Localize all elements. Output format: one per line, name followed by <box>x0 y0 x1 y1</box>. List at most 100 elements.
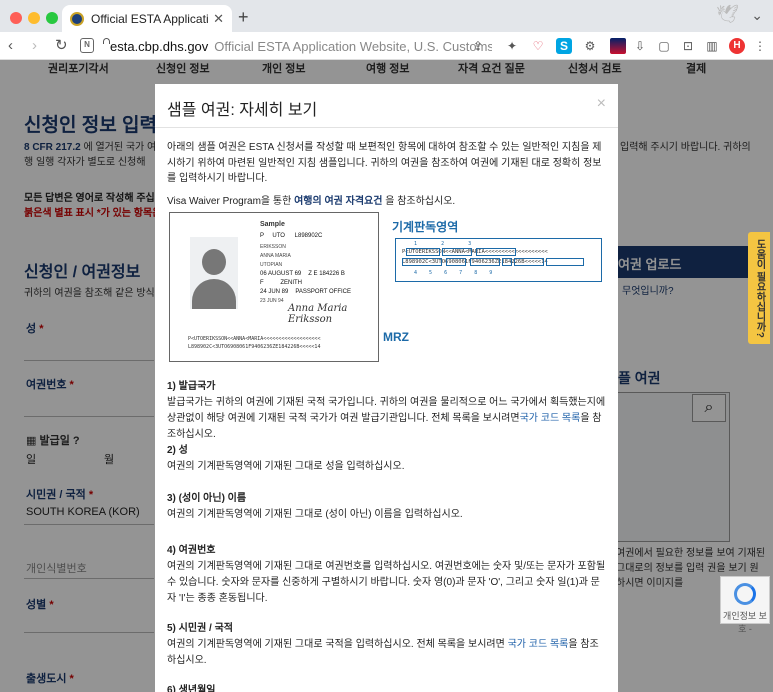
card-birth-place: ZENITH <box>280 280 303 286</box>
mrz-highlight-passport <box>402 258 442 266</box>
card-birth: 06 AUGUST 69 Z E 184226 B <box>260 271 345 277</box>
portrait-photo <box>190 237 238 309</box>
card-birth-date: 06 AUGUST 69 <box>260 271 302 277</box>
share-icon[interactable]: ⇪ <box>470 38 486 54</box>
section-5-text: 여권의 기계판독영역에 기재된 그대로 국적을 입력하십시오. 전체 목록을 보… <box>167 639 508 650</box>
card-signature: Anna Maria Eriksson <box>288 303 348 325</box>
section-2-title: 2) 성 <box>167 445 188 456</box>
card-passport-no: L898902C <box>294 233 323 239</box>
vw-requirements-link[interactable]: 여행의 여권 자격요건 <box>294 196 382 207</box>
card-type: P UTO L898902C <box>260 233 322 239</box>
mrz-highlight-personal <box>546 258 584 266</box>
help-tab[interactable]: 도움이 필요하십니까? <box>748 232 770 344</box>
tab-bar: Official ESTA Application Website ✕ + 🕊 … <box>0 0 773 32</box>
modal-intro: 아래의 샘플 여권은 ESTA 신청서를 작성할 때 보편적인 항목에 대하여 … <box>167 142 602 184</box>
profile-avatar[interactable]: H <box>729 38 745 54</box>
section-surname: 2) 성 여권의 기계판독영역에 기재된 그대로 성을 입력하십시오. <box>167 444 607 475</box>
card-issue-date: 24 JUN 89 <box>260 289 289 295</box>
back-icon[interactable]: ‹ <box>8 36 13 56</box>
card-personal-no: Z E 184226 B <box>308 271 345 277</box>
modal-header: 샘플 여권: 자세히 보기 × <box>155 84 618 128</box>
forward-icon[interactable]: › <box>32 36 37 56</box>
section-2-text: 여권의 기계판독영역에 기재된 그대로 성을 입력하십시오. <box>167 461 405 472</box>
download-icon[interactable]: ⇩ <box>632 38 648 54</box>
reload-icon[interactable]: ↻ <box>55 36 68 56</box>
sample-word: Sample <box>260 221 285 228</box>
close-window-button[interactable] <box>10 12 22 24</box>
mrz-digits-bottom: 4 5 6 7 8 9 <box>414 270 493 276</box>
recaptcha-icon <box>734 583 756 605</box>
card-surname: ERIKSSON <box>260 244 286 250</box>
card-sex: F <box>260 280 264 286</box>
recaptcha-text: 개인정보 보호 - <box>723 611 767 634</box>
url-domain: esta.cbp.dhs.gov <box>110 38 209 54</box>
mrz-highlight-issuing <box>406 248 440 256</box>
mrz-label: MRZ <box>383 330 409 344</box>
screenshot-icon[interactable]: ⊡ <box>680 38 696 54</box>
mrz-highlight-dob <box>470 258 500 266</box>
tab-title: Official ESTA Application Website <box>91 11 209 26</box>
card-issue: 24 JUN 89 PASSPORT OFFICE <box>260 289 351 295</box>
modal-title: 샘플 여권: 자세히 보기 <box>167 102 318 119</box>
section-3-text: 여권의 기계판독영역에 기재된 그대로 (성이 아닌) 이름을 입력하십시오. <box>167 509 463 520</box>
section-3-title: 3) (성이 아닌) 이름 <box>167 493 247 504</box>
card-expiry: 23 JUN 94 <box>260 298 284 304</box>
section-citizenship: 5) 시민권 / 국적 여권의 기계판독영역에 기재된 그대로 국적을 입력하십… <box>167 622 607 669</box>
address-bar[interactable]: esta.cbp.dhs.gov Official ESTA Applicati… <box>102 35 492 57</box>
card-country: UTO <box>272 233 285 239</box>
extensions-icon[interactable]: ✦ <box>504 38 520 54</box>
vw-requirements: Visa Waiver Program을 통한 여행의 여권 자격요건 을 참조… <box>167 192 455 207</box>
section-1-title: 1) 발급국가 <box>167 381 216 392</box>
section-4-title: 4) 여권번호 <box>167 545 216 556</box>
section-5-title: 5) 시민권 / 국적 <box>167 623 234 634</box>
dhs-seal-icon <box>70 11 84 26</box>
card-nationality: UTOPIAN <box>260 262 283 268</box>
section-4-text: 여권의 기계판독영역에 기재된 그대로 여권번호를 입력하십시오. 여권번호에는… <box>167 561 606 604</box>
section-given-names: 3) (성이 아닌) 이름 여권의 기계판독영역에 기재된 그대로 (성이 아닌… <box>167 492 607 523</box>
nav-toolbar: ‹ › ↻ N esta.cbp.dhs.gov Official ESTA A… <box>0 32 773 60</box>
url-page-title: Official ESTA Application Website, U.S. … <box>214 38 492 54</box>
mrz-highlight-sex <box>502 258 512 266</box>
s-extension-icon[interactable]: S <box>556 38 572 54</box>
mrz-highlight-nationality <box>446 258 466 266</box>
section-birth-date: 6) 생년월일 <box>167 684 607 692</box>
gear-icon[interactable]: ⚙ <box>582 38 598 54</box>
active-tab[interactable]: Official ESTA Application Website ✕ <box>62 5 232 32</box>
card-mrz-line1: P<UTOERIKSSON<<ANNA<MARIA<<<<<<<<<<<<<<<… <box>188 336 321 342</box>
sample-passport-modal: 샘플 여권: 자세히 보기 × 아래의 샘플 여권은 ESTA 신청서를 작성할… <box>155 84 618 692</box>
mrz-zoom-box: 1 2 3 P<UTOERIKSSON<<ANNA<MARIA<<<<<<<<<… <box>395 238 602 282</box>
camera-icon[interactable]: ▢ <box>656 38 672 54</box>
country-code-list-link[interactable]: 국가 코드 목록 <box>520 413 581 424</box>
new-tab-button[interactable]: + <box>238 7 249 28</box>
country-code-list-link-2[interactable]: 국가 코드 목록 <box>508 639 569 650</box>
portrait-head <box>202 249 226 275</box>
card-given-names: ANNA MARIA <box>260 253 291 259</box>
mrz-digits-top: 1 2 3 <box>414 241 472 247</box>
card-sex-place: F ZENITH <box>260 280 302 286</box>
card-mrz-line2: L898902C<3UTO6908061F9406236ZE184226B<<<… <box>188 344 321 350</box>
tab-list-chevron-icon[interactable]: ⌄ <box>751 7 763 24</box>
sidebar-icon[interactable]: ▥ <box>704 38 720 54</box>
section-issuing-country: 1) 발급국가 발급국가는 귀하의 여권에 기재된 국적 국가입니다. 귀하의 … <box>167 380 607 443</box>
section-passport-number: 4) 여권번호 여권의 기계판독영역에 기재된 그대로 여권번호를 입력하십시오… <box>167 544 607 607</box>
bird-decoration-icon: 🕊 <box>716 4 739 24</box>
pocket-icon[interactable]: ♡ <box>530 38 546 54</box>
mrz-highlight-surname <box>442 248 472 256</box>
mrz-highlight-given <box>476 248 516 256</box>
portrait-torso <box>192 279 236 309</box>
sample-passport-card: Sample P UTO L898902C ERIKSSON ANNA MARI… <box>169 212 379 362</box>
mrz-highlight-expiry <box>514 258 544 266</box>
minimize-window-button[interactable] <box>28 12 40 24</box>
close-tab-icon[interactable]: ✕ <box>213 11 224 27</box>
vw-suffix: 을 참조하십시오. <box>382 196 456 207</box>
vw-prefix: Visa Waiver Program을 통한 <box>167 196 295 207</box>
zoom-window-button[interactable] <box>46 12 58 24</box>
flag-icon[interactable] <box>610 38 626 54</box>
card-mrz: P<UTOERIKSSON<<ANNA<MARIA<<<<<<<<<<<<<<<… <box>188 335 320 351</box>
section-6-title: 6) 생년월일 <box>167 685 216 692</box>
more-icon[interactable]: ⋮ <box>752 38 768 54</box>
close-icon[interactable]: × <box>597 95 606 113</box>
mrz-heading: 기계판독영역 <box>392 220 459 234</box>
reader-icon[interactable]: N <box>80 38 94 53</box>
recaptcha-badge[interactable]: 개인정보 보호 - <box>720 576 770 634</box>
